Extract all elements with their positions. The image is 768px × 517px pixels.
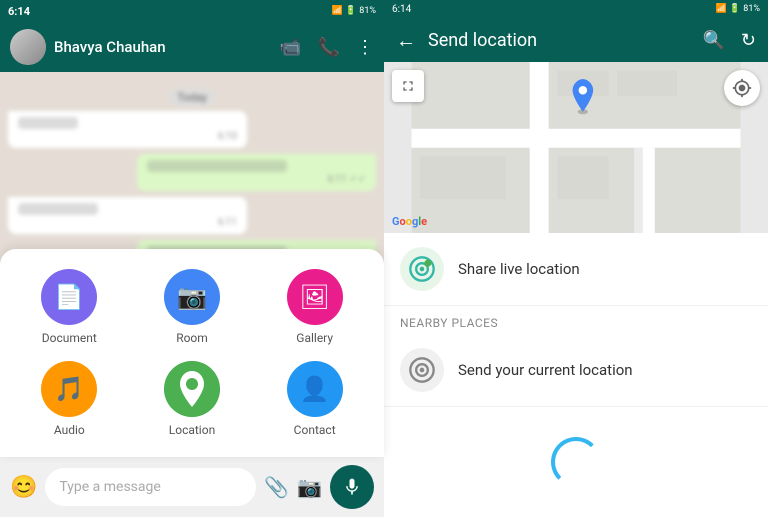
mic-button[interactable]	[330, 465, 374, 509]
contact-name: Bhavya Chauhan	[54, 38, 271, 56]
attach-item-gallery[interactable]: 🖼 Gallery	[261, 269, 368, 345]
audio-icon: 🎵	[41, 361, 97, 417]
map-expand-button[interactable]	[392, 70, 424, 102]
video-call-icon[interactable]: 📹	[279, 37, 301, 58]
avatar	[10, 29, 46, 65]
loading-spinner	[551, 437, 601, 487]
msg-in-2: 6:11	[8, 197, 247, 234]
attach-item-document[interactable]: 📄 Document	[16, 269, 123, 345]
document-icon: 📄	[41, 269, 97, 325]
search-icon[interactable]: 🔍	[702, 30, 724, 51]
audio-label: Audio	[54, 423, 85, 437]
msg-in-1: 6:10	[8, 111, 247, 148]
left-status-icons: 📶 🔋 81%	[332, 6, 376, 16]
contact-label: Contact	[294, 423, 336, 437]
left-status-time: 6:14	[8, 5, 30, 18]
location-label: Location	[169, 423, 215, 437]
nearby-places-label: Nearby places	[384, 306, 768, 334]
google-text: Google	[392, 215, 427, 228]
msg-in-text-1	[18, 117, 78, 129]
right-status-icons: 📶 🔋 81%	[716, 4, 760, 14]
msg-in-text-2	[18, 203, 98, 215]
location-header: ← Send location 🔍 ↻	[384, 19, 768, 62]
chat-header: Bhavya Chauhan 📹 📞 ⋮	[0, 22, 384, 72]
left-battery-pct: 81%	[359, 6, 376, 16]
map-svg	[384, 62, 768, 233]
emoji-button[interactable]: 😊	[10, 475, 37, 500]
attach-item-audio[interactable]: 🎵 Audio	[16, 361, 123, 437]
left-status-bar: 6:14 📶 🔋 81%	[0, 0, 384, 22]
message-input[interactable]: Type a message	[45, 468, 256, 506]
refresh-icon[interactable]: ↻	[741, 30, 756, 51]
right-status-bar: 6:14 📶 🔋 81%	[384, 0, 768, 19]
attach-button[interactable]: 📎	[264, 475, 289, 499]
send-current-location-option[interactable]: Send your current location	[384, 334, 768, 407]
room-label: Room	[176, 331, 208, 345]
contact-icon: 👤	[287, 361, 343, 417]
room-icon: 📷	[164, 269, 220, 325]
send-current-label: Send your current location	[458, 361, 633, 379]
location-header-icons: 🔍 ↻	[702, 30, 756, 51]
google-logo: Google	[392, 210, 427, 229]
msg-out-text-1	[147, 160, 287, 172]
back-button[interactable]: ←	[396, 28, 416, 53]
left-signal-icons: 📶 🔋	[332, 6, 357, 16]
right-status-time: 6:14	[392, 4, 411, 15]
attach-item-room[interactable]: 📷 Room	[139, 269, 246, 345]
msg-out-time-1: 6:11 ✓✓	[147, 174, 366, 185]
message-input-placeholder: Type a message	[59, 479, 160, 495]
camera-button[interactable]: 📷	[297, 475, 322, 499]
chat-header-icons: 📹 📞 ⋮	[279, 37, 374, 58]
more-icon[interactable]: ⋮	[356, 37, 374, 58]
spinner-area	[384, 407, 768, 517]
live-location-icon	[400, 247, 444, 291]
right-battery-pct: 81%	[743, 4, 760, 14]
right-panel: 6:14 📶 🔋 81% ← Send location 🔍 ↻	[384, 0, 768, 517]
nearby-text: Nearby places	[400, 316, 498, 330]
right-signal-icons: 📶 🔋	[716, 4, 741, 14]
msg-date-label: Today	[8, 86, 376, 105]
location-icon	[164, 361, 220, 417]
attach-menu: 📄 Document 📷 Room 🖼 Gallery 🎵 Audio	[0, 249, 384, 457]
msg-in-time-1: 6:10	[18, 131, 237, 142]
map-target-button[interactable]	[724, 70, 760, 106]
gallery-icon: 🖼	[287, 269, 343, 325]
current-location-icon	[400, 348, 444, 392]
chat-bottom-bar: 😊 Type a message 📎 📷	[0, 457, 384, 517]
map-area: Google	[384, 62, 768, 233]
document-label: Document	[42, 331, 97, 345]
attach-grid: 📄 Document 📷 Room 🖼 Gallery 🎵 Audio	[16, 269, 368, 437]
send-location-title: Send location	[428, 30, 690, 51]
attach-item-contact[interactable]: 👤 Contact	[261, 361, 368, 437]
call-icon[interactable]: 📞	[318, 37, 340, 58]
left-panel: 6:14 📶 🔋 81% Bhavya Chauhan 📹 📞 ⋮ Today …	[0, 0, 384, 517]
share-live-location-option[interactable]: Share live location	[384, 233, 768, 306]
msg-in-time-2: 6:11	[18, 217, 237, 228]
attach-item-location[interactable]: Location	[139, 361, 246, 437]
gallery-label: Gallery	[296, 331, 333, 345]
msg-out-1: 6:11 ✓✓	[137, 154, 376, 191]
date-badge: Today	[169, 89, 215, 106]
location-options: Share live location Nearby places Send y…	[384, 233, 768, 517]
share-live-label: Share live location	[458, 260, 580, 278]
